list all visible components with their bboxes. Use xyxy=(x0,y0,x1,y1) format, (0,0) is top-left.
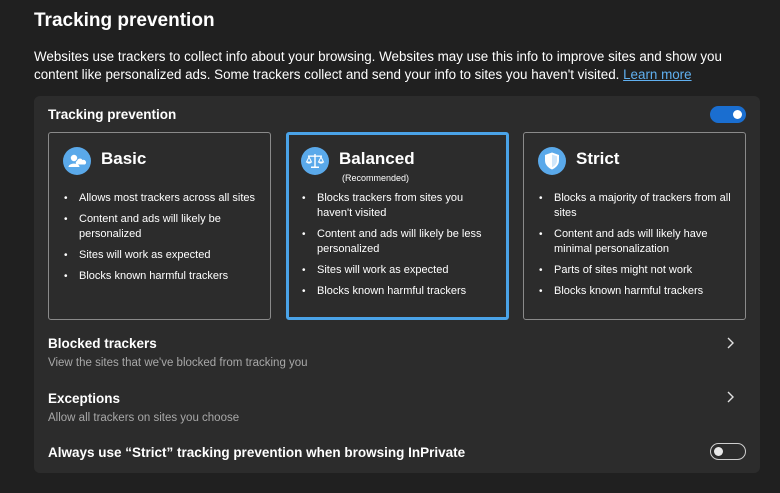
card-balanced-title: Balanced xyxy=(339,149,415,168)
panel-title: Tracking prevention xyxy=(48,107,177,122)
scales-icon xyxy=(301,147,329,175)
intro-text: Websites use trackers to collect info ab… xyxy=(34,49,722,82)
toggle-knob xyxy=(714,447,723,456)
list-item: Sites will work as expected xyxy=(301,263,499,278)
chevron-right-icon[interactable] xyxy=(724,336,736,350)
shield-icon xyxy=(538,147,566,175)
list-item: Allows most trackers across all sites xyxy=(63,191,261,206)
blocked-trackers-row[interactable]: Blocked trackers View the sites that we'… xyxy=(48,336,748,369)
list-item: Blocks known harmful trackers xyxy=(538,284,736,299)
inprivate-strict-title: Always use “Strict” tracking prevention … xyxy=(48,445,466,460)
toggle-knob xyxy=(733,110,742,119)
card-basic-title: Basic xyxy=(101,149,147,168)
list-item: Blocks known harmful trackers xyxy=(301,284,499,299)
list-item: Content and ads will likely be less pers… xyxy=(301,227,499,257)
learn-more-link[interactable]: Learn more xyxy=(623,67,691,82)
card-basic-list: Allows most trackers across all sites Co… xyxy=(63,191,261,290)
card-strict-title: Strict xyxy=(576,149,620,168)
card-basic[interactable]: Basic Allows most trackers across all si… xyxy=(48,132,271,320)
list-item: Parts of sites might not work xyxy=(538,263,736,278)
cloud-user-icon xyxy=(63,147,91,175)
chevron-right-icon[interactable] xyxy=(724,390,736,404)
list-item: Sites will work as expected xyxy=(63,248,261,263)
tracking-prevention-toggle[interactable] xyxy=(710,106,746,123)
list-item: Content and ads will likely be personali… xyxy=(63,212,261,242)
inprivate-strict-row: Always use “Strict” tracking prevention … xyxy=(48,445,748,460)
exceptions-row[interactable]: Exceptions Allow all trackers on sites y… xyxy=(48,391,748,424)
tracking-prevention-panel: Tracking prevention Basic Allows most tr… xyxy=(34,96,760,473)
intro-description: Websites use trackers to collect info ab… xyxy=(34,48,764,84)
card-balanced-list: Blocks trackers from sites you haven't v… xyxy=(301,191,499,305)
list-item: Blocks trackers from sites you haven't v… xyxy=(301,191,499,221)
card-balanced-subtitle: (Recommended) xyxy=(342,173,410,183)
exceptions-description: Allow all trackers on sites you choose xyxy=(48,412,240,424)
blocked-trackers-description: View the sites that we've blocked from t… xyxy=(48,357,308,369)
exceptions-title: Exceptions xyxy=(48,391,121,406)
inprivate-strict-toggle[interactable] xyxy=(710,443,746,460)
page-title: Tracking prevention xyxy=(34,10,215,31)
card-balanced[interactable]: Balanced (Recommended) Blocks trackers f… xyxy=(286,132,509,320)
list-item: Blocks a majority of trackers from all s… xyxy=(538,191,736,221)
card-strict-list: Blocks a majority of trackers from all s… xyxy=(538,191,736,305)
list-item: Content and ads will likely have minimal… xyxy=(538,227,736,257)
blocked-trackers-title: Blocked trackers xyxy=(48,336,157,351)
list-item: Blocks known harmful trackers xyxy=(63,269,261,284)
card-strict[interactable]: Strict Blocks a majority of trackers fro… xyxy=(523,132,746,320)
